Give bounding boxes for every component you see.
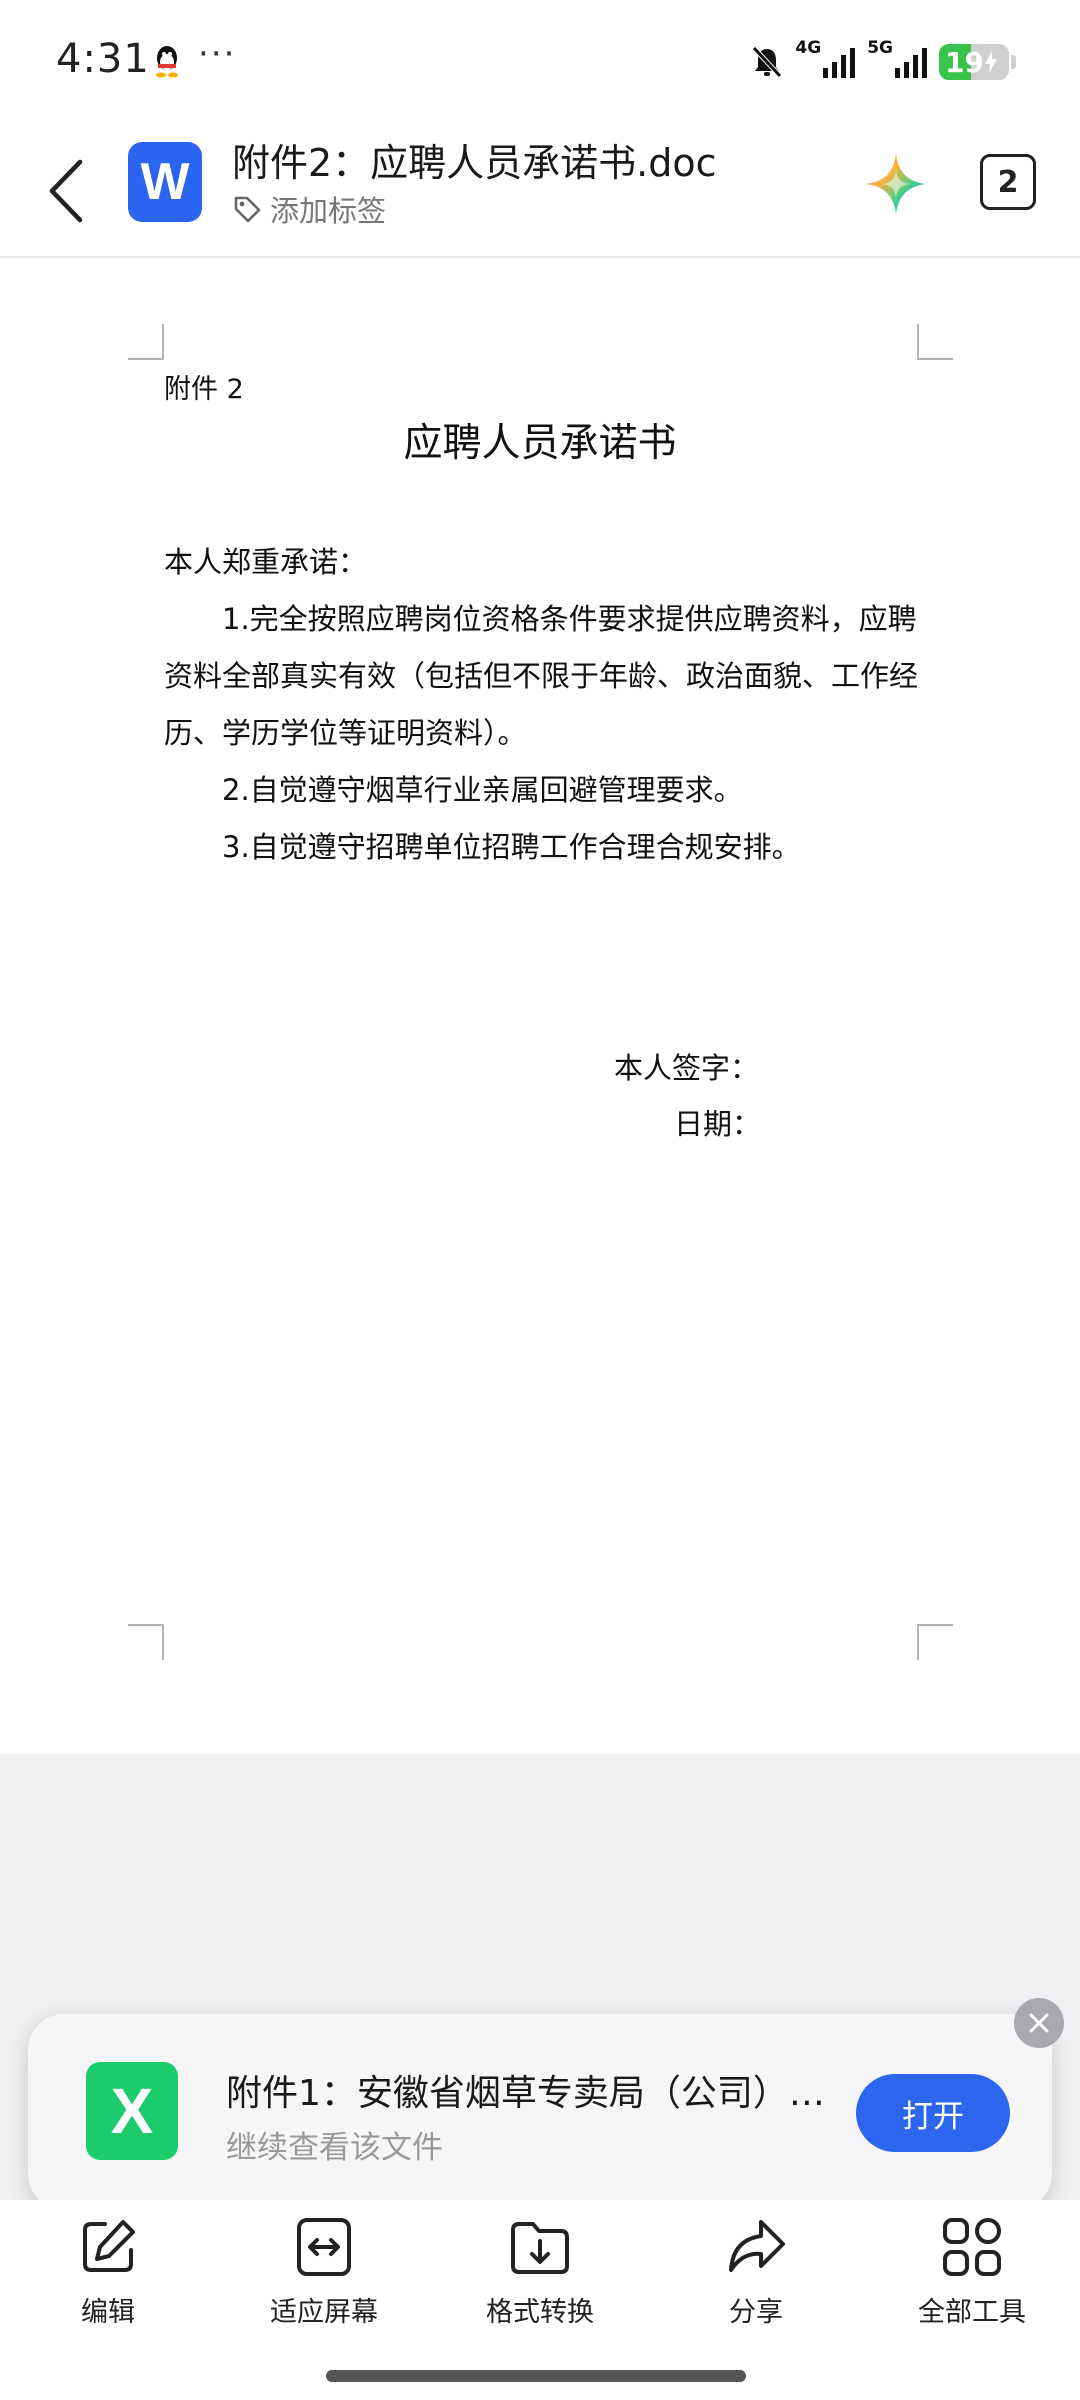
ai-assistant-icon[interactable] [862, 150, 930, 218]
status-bar: 4:31 ··· 4G 5G 19 [0, 0, 1080, 124]
app-header: W 附件2：应聘人员承诺书.doc 添加标签 2 [0, 124, 1080, 258]
commitment-item-3: 3.自觉遵守招聘单位招聘工作合理合规安排。 [222, 830, 801, 864]
share-button[interactable]: 分享 [666, 2214, 846, 2329]
home-indicator[interactable] [326, 2370, 746, 2382]
document-page: 附件 2 应聘人员承诺书 本人郑重承诺： 1.完全按照应聘岗位资格条件要求提供应… [0, 260, 1080, 1754]
signal-icon [895, 48, 927, 78]
share-label: 分享 [729, 2297, 783, 2328]
signal-icon [823, 48, 856, 78]
recent-file-title: 附件1：安徽省烟草专卖局（公司）2025年度招聘公告.xls [226, 2073, 826, 2114]
add-tag-button[interactable]: 添加标签 [232, 188, 386, 230]
mute-icon [752, 46, 783, 78]
close-icon [1029, 2013, 1049, 2033]
edit-button[interactable]: 编辑 [18, 2214, 198, 2329]
date-label: 日期： [674, 1107, 762, 1141]
recent-file-banner[interactable]: X 附件1：安徽省烟草专卖局（公司）2025年度招聘公告.xls 继续查看该文件… [28, 2014, 1052, 2210]
status-right-group: 4G 5G 19 [749, 38, 1016, 84]
word-doc-icon: W [128, 142, 202, 222]
share-icon [729, 2220, 785, 2272]
page-corner-mark [128, 324, 164, 360]
status-time: 4:31 [56, 36, 150, 82]
document-title: 附件2：应聘人员承诺书.doc [232, 141, 717, 185]
format-convert-button[interactable]: 格式转换 [450, 2214, 630, 2329]
battery-charging-icon: 19 [939, 44, 1009, 80]
fit-screen-icon [297, 2218, 351, 2276]
page-corner-mark [128, 1624, 164, 1660]
chevron-left-icon [49, 159, 83, 223]
document-heading: 应聘人员承诺书 [403, 421, 677, 466]
commitment-item-1: 1.完全按照应聘岗位资格条件要求提供应聘资料，应聘资料全部真实有效（包括但不限于… [164, 602, 919, 750]
network-5g-label: 5G [867, 38, 893, 58]
back-button[interactable] [36, 146, 96, 236]
tabs-count-button[interactable]: 2 [980, 154, 1036, 210]
page-corner-mark [917, 324, 953, 360]
edit-icon [83, 2220, 135, 2272]
battery-level: 19 [945, 45, 984, 79]
signature-label: 本人签字： [614, 1051, 760, 1085]
edit-label: 编辑 [81, 2297, 135, 2328]
page-corner-mark [917, 1624, 953, 1660]
status-more-dots: ··· [198, 34, 237, 74]
qq-icon [156, 46, 178, 78]
document-body: 本人郑重承诺： 1.完全按照应聘岗位资格条件要求提供应聘资料，应聘资料全部真实有… [164, 534, 922, 876]
all-tools-icon [943, 2218, 1001, 2276]
network-4g-label: 4G [795, 38, 822, 58]
battery-tip [1011, 55, 1016, 69]
format-convert-label: 格式转换 [486, 2297, 594, 2328]
excel-file-icon: X [86, 2062, 178, 2160]
tag-icon [234, 196, 261, 223]
commitment-item-2: 2.自觉遵守烟草行业亲属回避管理要求。 [222, 773, 743, 807]
close-banner-button[interactable] [1014, 1998, 1064, 2048]
open-file-button[interactable]: 打开 [856, 2074, 1010, 2152]
fit-screen-button[interactable]: 适应屏幕 [234, 2214, 414, 2329]
commitment-intro: 本人郑重承诺： [164, 545, 368, 579]
attachment-label: 附件 2 [164, 374, 244, 405]
format-convert-icon [511, 2222, 569, 2274]
all-tools-label: 全部工具 [918, 2297, 1026, 2328]
add-tag-label: 添加标签 [270, 194, 387, 228]
all-tools-button[interactable]: 全部工具 [882, 2214, 1062, 2329]
fit-screen-label: 适应屏幕 [270, 2297, 378, 2328]
recent-file-subtitle: 继续查看该文件 [226, 2130, 443, 2166]
